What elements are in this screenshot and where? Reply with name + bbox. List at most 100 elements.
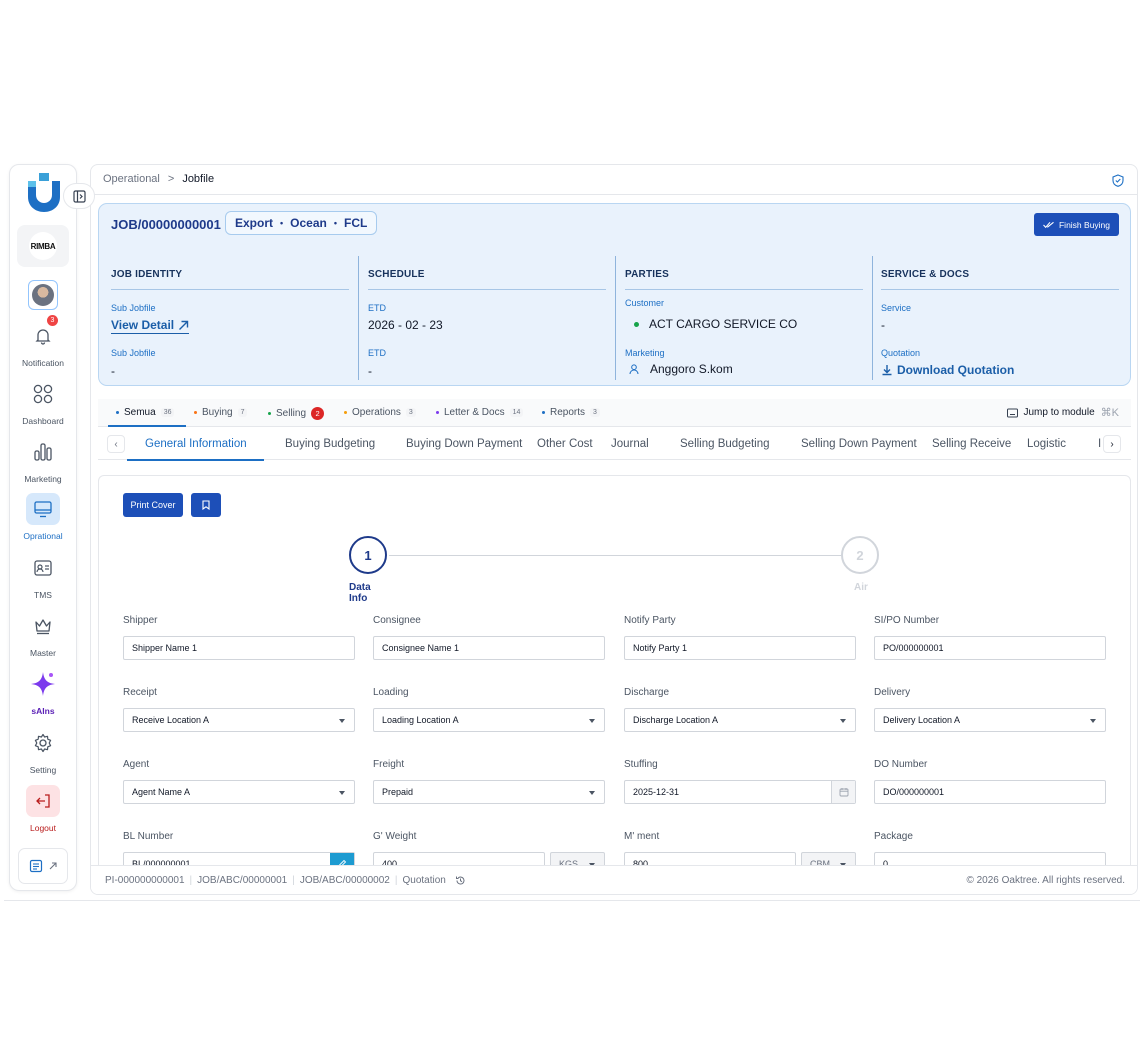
tab-buying-down-payment[interactable]: Buying Down Payment	[406, 438, 522, 450]
tab-general-information[interactable]: General Information	[145, 438, 247, 450]
sidebar-item-setting[interactable]: Setting	[10, 727, 76, 775]
tab-bullet	[542, 411, 545, 414]
freight-select[interactable]: Prepaid	[373, 780, 605, 804]
tabs-scroll-left-button[interactable]: ‹	[107, 435, 125, 453]
loading-select[interactable]: Loading Location A	[373, 708, 605, 732]
sidebar-item-marketing[interactable]: Marketing	[10, 436, 76, 484]
sidebar-item-oprational[interactable]: Oprational	[10, 493, 76, 541]
finish-buying-button[interactable]: Finish Buying	[1034, 213, 1119, 236]
sidebar-item-label: Logout	[30, 823, 56, 833]
tab-bullet	[344, 411, 347, 414]
user-avatar[interactable]	[28, 280, 58, 310]
shield-check-icon[interactable]	[1112, 174, 1124, 192]
sidebar-item-tms[interactable]: TMS	[10, 552, 76, 600]
reference-link[interactable]: PI-000000000001	[105, 875, 185, 886]
module-tab-letter-docs[interactable]: Letter & Docs 14	[436, 407, 524, 418]
grid-icon	[33, 384, 53, 404]
breadcrumb-parent[interactable]: Operational	[103, 173, 160, 185]
breadcrumb-current: Jobfile	[182, 173, 215, 185]
do-number-label: DO Number	[874, 759, 928, 770]
sidebar-item-sains[interactable]: sAIns	[10, 668, 76, 716]
job-tag: Ocean	[290, 216, 327, 230]
footer: PI-000000000001 | JOB/ABC/00000001 | JOB…	[91, 865, 1137, 894]
stuffing-value: 2025-12-31	[633, 787, 680, 797]
notes-shortcut-button[interactable]	[18, 848, 68, 884]
step-1-circle[interactable]: 1	[349, 536, 387, 574]
sidebar-item-label: Master	[30, 648, 56, 658]
copyright: © 2026 Oaktree. All rights reserved.	[966, 875, 1125, 886]
download-quotation-link[interactable]: Download Quotation	[881, 363, 1014, 377]
document-icon	[29, 859, 43, 873]
company-logo: RIMBA	[29, 232, 57, 260]
receipt-label: Receipt	[123, 687, 157, 698]
section-tabs: ‹ General Information Buying Budgeting B…	[98, 430, 1131, 461]
receipt-select[interactable]: Receive Location A	[123, 708, 355, 732]
view-detail-label: View Detail	[111, 318, 175, 332]
tab-selling-down-payment[interactable]: Selling Down Payment	[801, 438, 917, 450]
sidebar-item-master[interactable]: Master	[10, 610, 76, 658]
bookmark-button[interactable]	[191, 493, 221, 517]
reference-link[interactable]: Quotation	[402, 875, 445, 886]
tab-selling-budgeting[interactable]: Selling Budgeting	[680, 438, 770, 450]
tab-other-cost[interactable]: Other Cost	[537, 438, 593, 450]
job-identity-column: JOB IDENTITY Sub Jobfile View Detail Sub…	[111, 256, 356, 380]
delivery-select[interactable]: Delivery Location A	[874, 708, 1106, 732]
sidebar-item-notification[interactable]: 3 Notification	[10, 315, 76, 368]
reference-link[interactable]: JOB/ABC/00000002	[300, 875, 390, 886]
module-tab-semua[interactable]: Semua 36	[116, 407, 175, 418]
notify-party-input[interactable]: Notify Party 1	[624, 636, 856, 660]
gear-icon	[34, 733, 52, 753]
freight-value: Prepaid	[382, 787, 414, 797]
tab-bullet	[194, 411, 197, 414]
stuffing-date-input[interactable]: 2025-12-31	[624, 780, 856, 804]
status-dot	[634, 321, 639, 327]
tab-truncated[interactable]: I	[1098, 438, 1101, 450]
tabs-scroll-right-button[interactable]: ›	[1103, 435, 1121, 453]
tab-journal[interactable]: Journal	[611, 438, 649, 450]
consignee-input[interactable]: Consignee Name 1	[373, 636, 605, 660]
m-ment-label: M' ment	[624, 831, 660, 842]
si-po-number-input[interactable]: PO/000000001	[874, 636, 1106, 660]
agent-select[interactable]: Agent Name A	[123, 780, 355, 804]
sidebar-item-label: Setting	[29, 765, 57, 775]
sidebar-item-logout[interactable]: Logout	[10, 785, 76, 833]
history-icon[interactable]	[455, 875, 466, 886]
jump-to-module-button[interactable]: Jump to module ⌘K	[1006, 406, 1119, 419]
do-number-input[interactable]: DO/000000001	[874, 780, 1106, 804]
reference-link[interactable]: JOB/ABC/00000001	[197, 875, 287, 886]
step-2-circle[interactable]: 2	[841, 536, 879, 574]
crown-icon	[35, 619, 51, 635]
agent-label: Agent	[123, 759, 150, 770]
arrow-up-right-icon	[49, 862, 57, 870]
tab-count: 36	[160, 408, 175, 417]
company-switcher[interactable]: RIMBA	[17, 225, 69, 267]
tab-logistic[interactable]: Logistic	[1027, 438, 1066, 450]
module-tab-buying[interactable]: Buying 7	[194, 407, 248, 418]
view-detail-link[interactable]: View Detail	[111, 318, 190, 334]
marketing-name: Anggoro S.kom	[650, 362, 733, 376]
tab-count: 14	[509, 408, 524, 417]
chevron-down-icon	[1090, 719, 1096, 723]
tab-label: Buying	[202, 407, 233, 418]
sidebar-item-dashboard[interactable]: Dashboard	[10, 378, 76, 426]
module-tab-selling[interactable]: Selling 2	[268, 407, 325, 420]
brand-logo[interactable]	[26, 173, 62, 213]
module-tab-reports[interactable]: Reports 3	[542, 407, 600, 418]
module-tab-operations[interactable]: Operations 3	[344, 407, 416, 418]
print-cover-button[interactable]: Print Cover	[123, 493, 183, 517]
tab-selling-receive[interactable]: Selling Receive	[932, 438, 1011, 450]
tab-bullet	[116, 411, 119, 414]
sidebar-item-label: sAIns	[31, 706, 55, 716]
g-weight-label: G' Weight	[373, 831, 417, 842]
sidebar-item-label: Notification	[21, 358, 65, 368]
calendar-icon[interactable]	[831, 781, 855, 803]
loading-label: Loading	[373, 687, 409, 698]
stuffing-label: Stuffing	[624, 759, 658, 770]
sidebar-collapse-button[interactable]	[63, 183, 95, 209]
tab-buying-budgeting[interactable]: Buying Budgeting	[285, 438, 375, 450]
sidebar-item-label: Marketing	[24, 474, 62, 484]
field-label: Marketing	[625, 348, 665, 358]
chevron-down-icon	[339, 791, 345, 795]
discharge-select[interactable]: Discharge Location A	[624, 708, 856, 732]
shipper-input[interactable]: Shipper Name 1	[123, 636, 355, 660]
